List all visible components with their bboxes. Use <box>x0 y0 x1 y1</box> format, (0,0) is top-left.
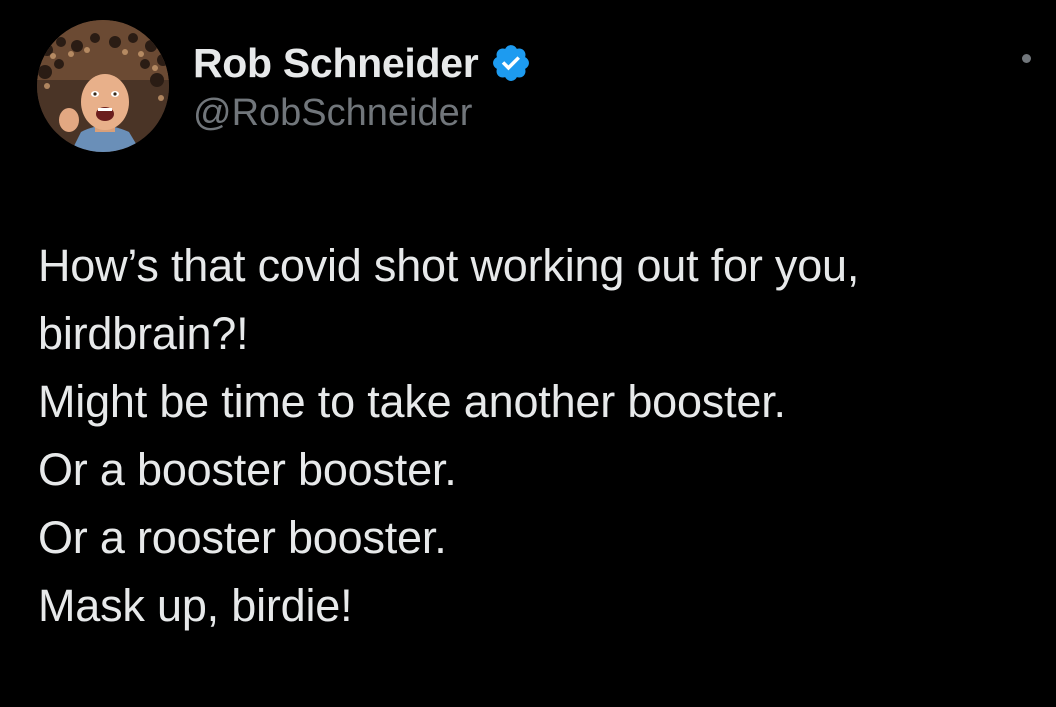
user-handle[interactable]: @RobSchneider <box>193 92 996 135</box>
avatar[interactable] <box>37 20 169 152</box>
tweet-line: birdbrain?! <box>38 308 249 359</box>
avatar-image <box>37 20 169 152</box>
more-options-dot <box>1021 53 1031 63</box>
tweet-line: Mask up, birdie! <box>38 580 353 631</box>
display-name[interactable]: Rob Schneider <box>193 40 479 87</box>
tweet-card: Rob Schneider @RobSchneider How’s that c… <box>0 0 1056 707</box>
tweet-line: Might be time to take another booster. <box>38 376 786 427</box>
tweet-line: Or a booster booster. <box>38 444 457 495</box>
tweet-line: Or a rooster booster. <box>38 512 447 563</box>
more-options-icon[interactable] <box>1006 38 1046 78</box>
tweet-text: How’s that covid shot working out for yo… <box>38 232 1028 640</box>
verified-badge-icon[interactable] <box>490 42 532 84</box>
tweet-line: How’s that covid shot working out for yo… <box>38 240 860 291</box>
tweet-header: Rob Schneider @RobSchneider <box>193 38 996 135</box>
name-row: Rob Schneider <box>193 38 996 88</box>
